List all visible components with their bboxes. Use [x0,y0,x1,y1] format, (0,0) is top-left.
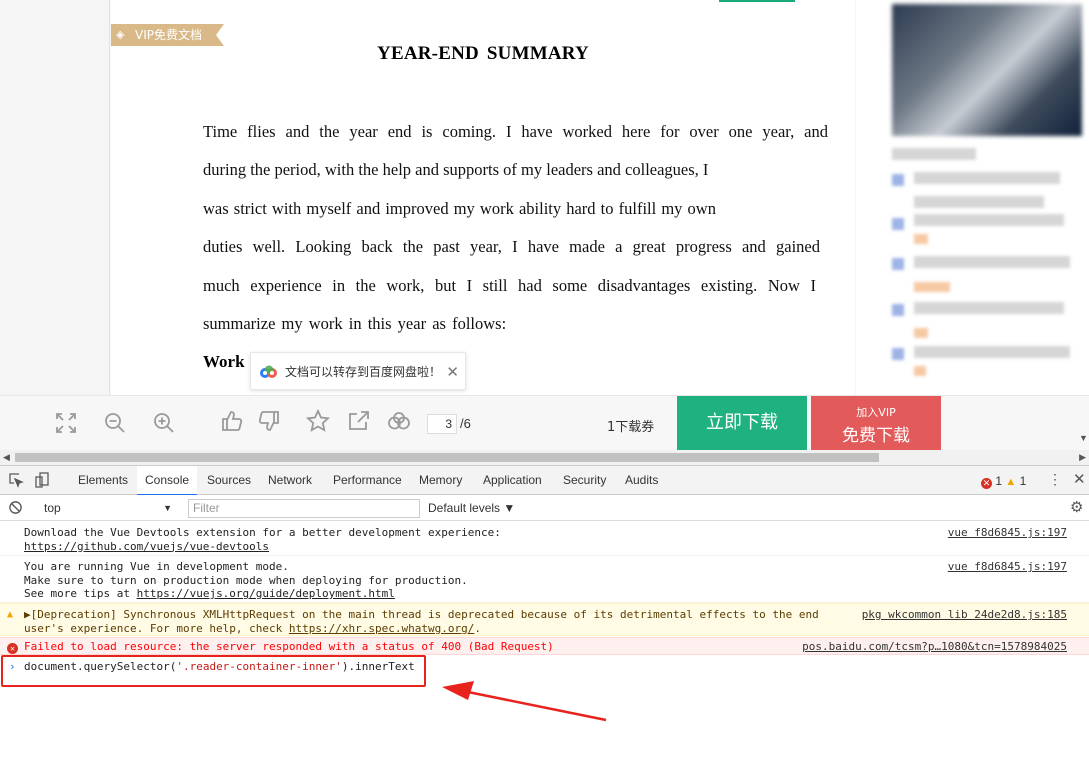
message-source-link[interactable]: vue f8d6845.js:197 [948,526,1067,540]
tab-performance[interactable]: Performance [333,466,402,495]
tab-network[interactable]: Network [268,466,312,495]
scroll-right-arrow-icon[interactable]: ▶ [1079,452,1086,463]
tab-elements[interactable]: Elements [78,466,128,495]
tab-sources[interactable]: Sources [207,466,251,495]
zoom-in-icon[interactable] [151,410,177,436]
console-message: Download the Vue Devtools extension for … [0,522,1089,556]
close-icon[interactable]: ✕ [446,353,459,391]
clear-console-icon[interactable] [8,500,24,516]
blurred-thumbnail [892,4,1082,136]
zoom-out-icon[interactable] [102,410,128,436]
tab-security[interactable]: Security [563,466,606,495]
left-gutter [0,0,110,395]
message-source-link[interactable]: pkg wkcommon lib 24de2d8.js:185 [862,608,1067,622]
issue-counter[interactable]: ✕ 1 ▲ 1 [981,474,1026,489]
document-line: Time flies and the year end is coming. I… [203,122,828,141]
tab-console[interactable]: Console [137,466,198,496]
warning-text: user's experience. For more help, check [24,621,289,635]
warning-text[interactable]: ▶[Deprecation] Synchronous XMLHttpReques… [24,608,819,621]
document-line: during the period, with the help and sup… [203,160,709,179]
message-text: Make sure to turn on production mode whe… [24,573,468,587]
inspect-element-icon[interactable] [8,472,24,488]
baidu-cloud-icon[interactable] [386,408,412,434]
gear-icon[interactable]: ⚙ [1070,498,1083,516]
error-text: Failed to load resource: the server resp… [24,640,554,653]
vip-button-small-label: 加入VIP [856,406,896,419]
section-heading: Work [203,352,245,371]
warning-link[interactable]: https://xhr.spec.whatwg.org/ [289,622,474,635]
tab-memory[interactable]: Memory [419,466,462,495]
console-error: ✕ Failed to load resource: the server re… [0,637,1089,655]
document-line: was strict with myself and improved my w… [203,199,716,218]
warning-icon: ▲ [1005,476,1017,488]
message-text: Download the Vue Devtools extension for … [24,526,501,539]
page-number-input[interactable]: 3 [427,414,457,434]
toast-text: 文档可以转存到百度网盘啦！ [285,365,442,379]
warning-text-suffix: . [474,621,481,635]
chevron-down-icon: ▼ [163,503,172,513]
related-docs-sidebar [856,0,1089,395]
error-icon: ✕ [7,643,18,654]
message-link[interactable]: https://vuejs.org/guide/deployment.html [137,587,395,600]
console-filter-bar: top ▼ Filter Default levels ▼ ⚙ [0,495,1089,521]
thumbs-up-icon[interactable] [219,408,245,434]
download-now-button[interactable]: 立即下载 [677,396,807,450]
thumbs-down-icon[interactable] [256,408,282,434]
message-text: You are running Vue in development mode. [24,560,289,573]
scroll-down-arrow-icon[interactable]: ▼ [1079,433,1088,443]
document-viewer: ◈ VIP免费文档 YEAR-END SUMMARY Time flies an… [0,0,1089,465]
diamond-icon: ◈ [116,28,125,41]
document-line: much experience in the work, but I still… [203,276,816,295]
device-toolbar-icon[interactable] [34,472,50,488]
more-options-icon[interactable]: ⋮ [1048,471,1062,488]
warning-count: 1 [1019,474,1027,488]
console-warning: ▲ ▶[Deprecation] Synchronous XMLHttpRequ… [0,603,1089,636]
vip-button-big-label: 免费下载 [842,426,910,446]
reader-toolbar: 3 /6 1下载券 立即下载 加入VIP 免费下载 [0,395,1089,450]
devtools-tab-bar: Elements Console Sources Network Perform… [0,466,1089,496]
baidu-netdisk-icon [260,365,277,378]
error-count: 1 [995,474,1003,488]
save-to-netdisk-toast[interactable]: 文档可以转存到百度网盘啦！ ✕ [250,352,466,390]
message-source-link[interactable]: vue f8d6845.js:197 [948,560,1067,574]
console-filter-input[interactable]: Filter [188,499,420,518]
fullscreen-icon[interactable] [53,410,79,436]
error-icon: ✕ [981,478,992,489]
document-page: ◈ VIP免费文档 YEAR-END SUMMARY Time flies an… [111,0,855,395]
document-line: duties well. Looking back the past year,… [203,237,820,256]
console-message: You are running Vue in development mode.… [0,556,1089,603]
horizontal-scrollbar[interactable]: ◀ ▶ [0,450,1089,465]
annotation-highlight-box [1,655,426,687]
join-vip-free-download-button[interactable]: 加入VIP 免费下载 [811,396,941,450]
devtools-panel: Elements Console Sources Network Perform… [0,465,1089,767]
vip-tag-label: VIP免费文档 [135,28,202,42]
message-text: See more tips at [24,587,137,600]
download-voucher-count: 1下载券 [607,420,655,435]
star-icon[interactable] [305,408,331,434]
warning-icon: ▲ [7,609,14,620]
context-selector[interactable]: top ▼ [36,499,176,517]
top-accent-strip [719,0,795,2]
scrollbar-thumb[interactable] [15,453,879,462]
tab-application[interactable]: Application [483,466,542,495]
context-value: top [44,501,61,515]
message-link[interactable]: https://github.com/vuejs/vue-devtools [24,540,269,553]
share-icon[interactable] [346,408,372,434]
document-line: summarize my work in this year as follow… [203,314,507,333]
page-total: /6 [460,416,471,431]
log-levels-dropdown[interactable]: Default levels ▼ [428,501,515,515]
message-source-link[interactable]: pos.baidu.com/tcsm?p…1080&tcn=1578984025 [802,640,1067,654]
annotation-arrow-icon [442,681,607,722]
close-devtools-icon[interactable]: ✕ [1073,470,1086,488]
scroll-left-arrow-icon[interactable]: ◀ [3,452,10,463]
tab-audits[interactable]: Audits [625,466,658,495]
document-title: YEAR-END SUMMARY [377,43,589,64]
